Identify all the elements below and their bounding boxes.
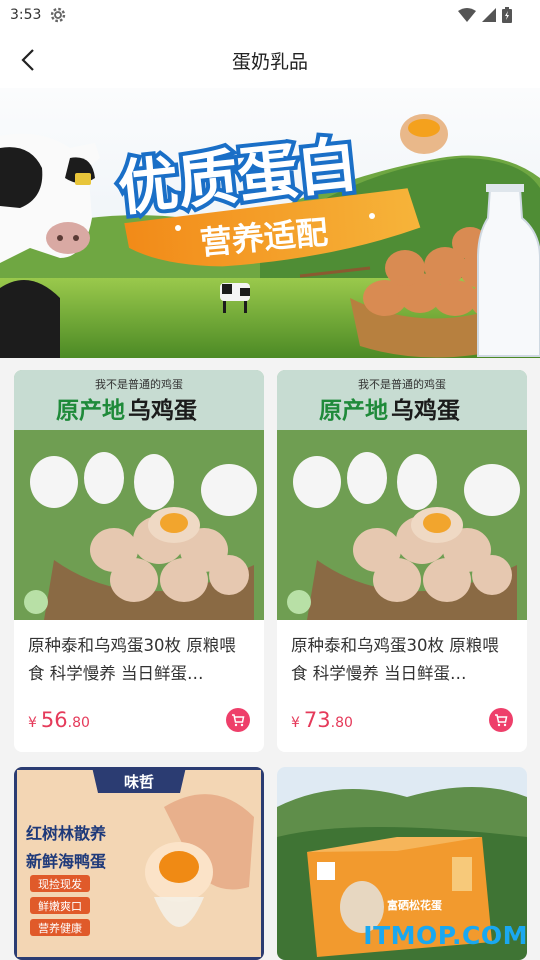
product-title[interactable]: 原种泰和乌鸡蛋30枚 原粮喂食 科学慢养 当日鲜蛋… bbox=[291, 632, 513, 688]
gear-icon bbox=[50, 7, 66, 23]
product-price: ¥ 73 .80 bbox=[291, 708, 353, 732]
product-card[interactable]: 味哲 红树林散养 新鲜海鸭蛋 现捡现发 鲜嫩爽口 营养健康 bbox=[14, 767, 264, 960]
banner-illustration: 优质蛋白 营养适配 bbox=[0, 88, 540, 358]
watermark: ITMOP.COM bbox=[363, 921, 528, 950]
product-card[interactable]: 我不是普通的鸡蛋 原产地 乌鸡蛋 原种泰和乌鸡蛋30枚 原粮喂食 科学慢养 当日… bbox=[277, 370, 527, 752]
product-badge: 鲜嫩爽口 bbox=[38, 899, 82, 913]
signal-icon bbox=[482, 8, 496, 22]
product-image-tag-2: 新鲜海鸭蛋 bbox=[26, 852, 106, 871]
product-title[interactable]: 原种泰和乌鸡蛋30枚 原粮喂食 科学慢养 当日鲜蛋… bbox=[28, 632, 250, 688]
price-decimal: .80 bbox=[330, 715, 353, 731]
price-decimal: .80 bbox=[67, 715, 90, 731]
product-image-headline-a: 原产地 bbox=[56, 397, 125, 424]
price-currency: ¥ bbox=[28, 715, 37, 731]
cart-icon bbox=[495, 714, 508, 727]
product-image-headline-b: 乌鸡蛋 bbox=[128, 397, 197, 424]
battery-icon bbox=[502, 7, 512, 23]
cart-icon bbox=[232, 714, 245, 727]
product-image-top-text: 我不是普通的鸡蛋 bbox=[358, 377, 446, 391]
product-image-tag-1: 红树林散养 bbox=[26, 824, 107, 843]
page-title: 蛋奶乳品 bbox=[231, 51, 308, 73]
wifi-icon bbox=[458, 8, 476, 22]
price-integer: 73 bbox=[303, 708, 331, 732]
add-to-cart-button[interactable] bbox=[489, 708, 513, 732]
status-time: 3:53 bbox=[10, 7, 42, 23]
product-card[interactable]: 我不是普通的鸡蛋 原产地 乌鸡蛋 原种泰和乌鸡蛋30枚 原粮喂食 科学慢养 当日… bbox=[14, 370, 264, 752]
product-badge: 营养健康 bbox=[38, 921, 82, 935]
product-image: 我不是普通的鸡蛋 原产地 乌鸡蛋 bbox=[277, 370, 527, 620]
product-image-headline-b: 乌鸡蛋 bbox=[391, 397, 460, 424]
product-price: ¥ 56 .80 bbox=[28, 708, 90, 732]
brand-logo: 味哲 bbox=[124, 773, 154, 791]
status-icons bbox=[458, 7, 512, 23]
product-image-top-text: 我不是普通的鸡蛋 bbox=[95, 377, 183, 391]
nav-bar: 蛋奶乳品 bbox=[0, 32, 540, 88]
product-badge: 现捡现发 bbox=[38, 877, 82, 891]
promo-banner[interactable]: 优质蛋白 营养适配 bbox=[0, 88, 540, 358]
status-bar: 3:53 bbox=[0, 0, 540, 32]
price-currency: ¥ bbox=[291, 715, 300, 731]
product-box-label: 富硒松花蛋 bbox=[387, 898, 443, 912]
product-image: 味哲 红树林散养 新鲜海鸭蛋 现捡现发 鲜嫩爽口 营养健康 bbox=[14, 767, 264, 960]
product-image-headline-a: 原产地 bbox=[319, 397, 388, 424]
product-image: 我不是普通的鸡蛋 原产地 乌鸡蛋 bbox=[14, 370, 264, 620]
price-integer: 56 bbox=[40, 708, 68, 732]
add-to-cart-button[interactable] bbox=[226, 708, 250, 732]
